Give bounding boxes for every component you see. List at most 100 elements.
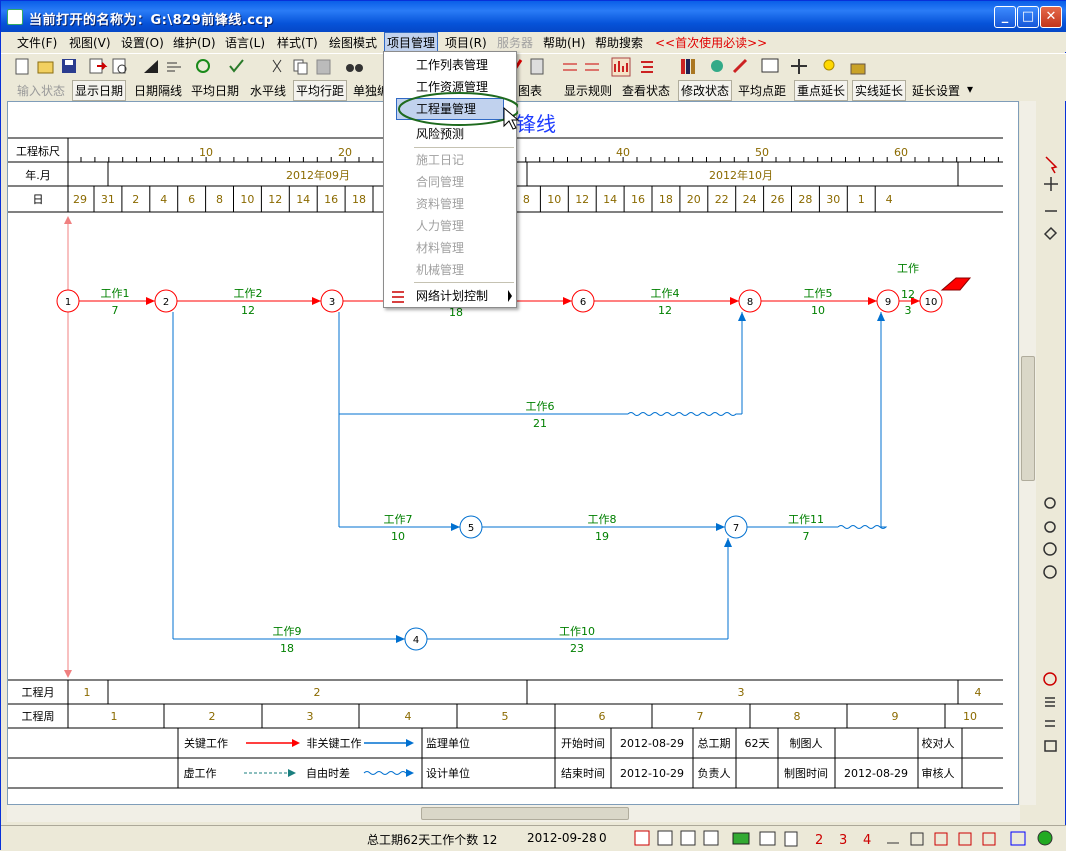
menu-item-material[interactable]: 材料管理 — [384, 237, 516, 259]
bar-chart-icon[interactable] — [611, 57, 631, 77]
maximize-button[interactable]: □ — [1017, 6, 1039, 28]
export-icon[interactable] — [89, 58, 108, 74]
network-icon-a[interactable] — [563, 63, 577, 71]
menu-file[interactable]: 文件(F) — [17, 34, 57, 51]
btn-average-row[interactable]: 平均行距 — [293, 80, 348, 101]
menu-item-diary[interactable]: 施工日记 — [384, 149, 516, 171]
menu-item-document[interactable]: 资料管理 — [384, 193, 516, 215]
btn-date-line[interactable]: 日期隔线 — [134, 82, 182, 99]
menu-item-quantity[interactable]: 工程量管理 — [396, 98, 504, 120]
new-file-icon[interactable] — [15, 58, 29, 75]
btn-key-extend[interactable]: 重点延长 — [794, 80, 849, 101]
gantt-icon[interactable] — [641, 61, 653, 73]
lock-icon[interactable] — [850, 63, 866, 75]
paste-icon[interactable] — [316, 59, 331, 75]
edge-arrowhead — [312, 297, 321, 305]
menu-item-network-control[interactable]: 网络计划控制 — [384, 285, 516, 307]
target-icon[interactable] — [1043, 542, 1057, 556]
menu-first-use[interactable]: <<首次使用必读>> — [655, 34, 767, 51]
btn-horizontal-line[interactable]: 水平线 — [250, 82, 286, 99]
zoom-in-icon[interactable] — [1044, 497, 1056, 509]
menu-item-manpower[interactable]: 人力管理 — [384, 215, 516, 237]
btn-modify-state[interactable]: 修改状态 — [678, 80, 733, 101]
menu-item-risk[interactable]: 风险预测 — [384, 123, 516, 145]
list-icon[interactable] — [1045, 697, 1055, 707]
print-preview-icon[interactable] — [112, 58, 127, 74]
info-start: 2012-08-29 — [620, 737, 684, 750]
menu-item-work-resource[interactable]: 工作资源管理 — [384, 76, 516, 98]
menu-maintain[interactable]: 维护(D) — [173, 34, 216, 51]
bulb-icon[interactable] — [823, 59, 835, 71]
status-tool-icon-e[interactable] — [982, 832, 996, 846]
day-label: 26 — [771, 193, 785, 206]
status-tool-icon-d[interactable] — [958, 832, 972, 846]
find-icon[interactable] — [346, 64, 363, 72]
swap-icon[interactable] — [1045, 720, 1055, 727]
num3-icon[interactable]: 3 — [839, 833, 847, 848]
btn-extend-settings[interactable]: 延长设置 — [912, 82, 960, 99]
menu-view[interactable]: 视图(V) — [69, 34, 111, 51]
copy-icon[interactable] — [293, 59, 308, 75]
pointer-icon[interactable] — [1045, 156, 1058, 174]
horizontal-scroll-thumb[interactable] — [421, 807, 629, 820]
close-button[interactable]: ✕ — [1040, 6, 1062, 28]
menu-item-machine[interactable]: 机械管理 — [384, 259, 516, 281]
chevron-down-icon[interactable]: ▾ — [967, 82, 973, 96]
triangle-tool-icon[interactable] — [144, 60, 158, 73]
menu-style[interactable]: 样式(T) — [277, 34, 318, 51]
btn-average-date[interactable]: 平均日期 — [191, 82, 239, 99]
view-rows-icon[interactable] — [680, 830, 696, 846]
align-tool-icon[interactable] — [167, 62, 181, 72]
monitor-icon[interactable] — [761, 58, 779, 73]
minimize-button[interactable]: _ — [994, 6, 1016, 28]
fit-icon[interactable] — [1010, 831, 1026, 846]
status-tool-icon-b[interactable] — [910, 832, 924, 846]
clock-icon[interactable] — [1043, 672, 1057, 686]
menu-language[interactable]: 语言(L) — [225, 34, 265, 51]
btn-show-date[interactable]: 显示日期 — [72, 80, 127, 101]
btn-view-state[interactable]: 查看状态 — [622, 82, 670, 99]
menu-help[interactable]: 帮助(H) — [543, 34, 585, 51]
num4-icon[interactable]: 4 — [863, 833, 871, 848]
legend-critical-arrow — [292, 739, 300, 747]
check-icon[interactable] — [229, 59, 244, 73]
btn-input-state[interactable]: 输入状态 — [17, 82, 65, 99]
view-normal-icon[interactable] — [634, 830, 650, 846]
books-icon[interactable] — [681, 59, 695, 74]
menu-item-contract[interactable]: 合同管理 — [384, 171, 516, 193]
move-icon[interactable] — [1044, 177, 1058, 191]
num2-icon[interactable]: 2 — [815, 833, 823, 848]
view-grid-icon[interactable] — [703, 830, 719, 846]
btn-average-point[interactable]: 平均点距 — [738, 82, 786, 99]
page-icon[interactable] — [784, 831, 798, 847]
refresh-icon[interactable] — [196, 59, 210, 73]
save-icon[interactable] — [62, 59, 76, 73]
search-zoom-icon[interactable] — [1043, 565, 1057, 579]
layout-icon[interactable] — [1044, 740, 1057, 752]
open-folder-icon[interactable] — [37, 61, 54, 74]
menu-server[interactable]: 服务器 — [497, 34, 533, 51]
plane-icon[interactable] — [791, 59, 807, 74]
eraser-icon[interactable] — [1043, 226, 1058, 241]
view-columns-icon[interactable] — [657, 830, 673, 846]
zoom-out-icon[interactable] — [1044, 521, 1056, 533]
vertical-scroll-thumb[interactable] — [1021, 356, 1035, 481]
btn-display-rule[interactable]: 显示规则 — [564, 82, 612, 99]
globe-icon[interactable] — [1037, 830, 1053, 846]
menu-project-manage[interactable]: 项目管理 — [384, 32, 439, 53]
menu-project[interactable]: 项目(R) — [445, 34, 487, 51]
printer-icon[interactable] — [732, 832, 750, 845]
menu-settings[interactable]: 设置(O) — [121, 34, 164, 51]
menu-help-search[interactable]: 帮助搜索 — [595, 34, 643, 51]
network-icon-b[interactable] — [585, 63, 599, 71]
btn-solid-extend[interactable]: 实线延长 — [852, 80, 907, 101]
tool-icon-c[interactable] — [711, 60, 723, 72]
calculator-icon[interactable] — [530, 58, 544, 75]
tool-icon-d[interactable] — [732, 58, 748, 74]
menu-item-work-list[interactable]: 工作列表管理 — [384, 54, 516, 76]
status-tool-icon-c[interactable] — [934, 832, 948, 846]
calendar-icon[interactable] — [759, 831, 776, 846]
cut-icon[interactable] — [272, 59, 282, 73]
menu-draw-mode[interactable]: 绘图模式 — [329, 34, 377, 51]
btn-chart[interactable]: 图表 — [518, 82, 542, 99]
